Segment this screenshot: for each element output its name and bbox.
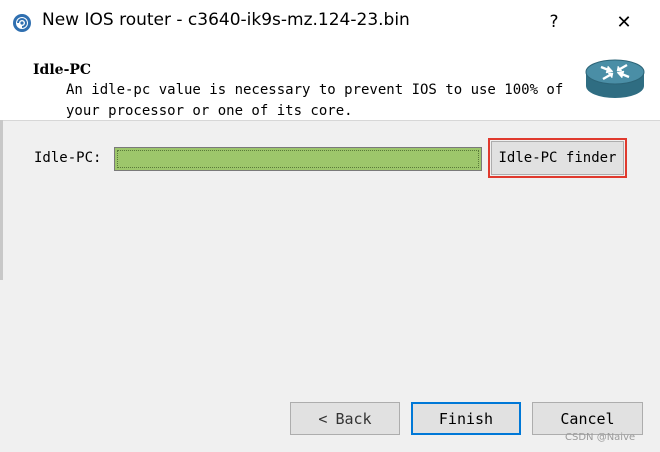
idle-pc-label: Idle-PC: — [34, 150, 102, 166]
close-icon: ✕ — [616, 11, 632, 33]
cancel-button[interactable]: Cancel — [532, 402, 643, 435]
page-title: Idle-PC — [33, 62, 92, 78]
finish-button[interactable]: Finish — [411, 402, 521, 435]
dialog-window: New IOS router - c3640-ik9s-mz.124-23.bi… — [0, 0, 660, 452]
window-title: New IOS router - c3640-ik9s-mz.124-23.bi… — [42, 10, 410, 30]
close-button[interactable]: ✕ — [607, 6, 641, 38]
watermark: CSDN @Naive — [565, 432, 636, 443]
router-icon — [585, 59, 645, 98]
idle-pc-finder-button[interactable]: Idle-PC finder — [491, 141, 624, 175]
back-button[interactable]: < Back — [290, 402, 400, 435]
back-button-label: Back — [335, 409, 372, 428]
idle-pc-input-value — [117, 150, 479, 168]
help-icon: ? — [549, 12, 559, 32]
wizard-header: Idle-PC An idle-pc value is necessary to… — [0, 44, 660, 121]
gns3-app-icon — [13, 14, 31, 32]
help-button[interactable]: ? — [537, 6, 571, 38]
left-edge-shadow — [0, 120, 3, 280]
idle-pc-input[interactable] — [114, 147, 482, 171]
page-description: An idle-pc value is necessary to prevent… — [66, 82, 564, 119]
chevron-left-icon: < — [318, 409, 328, 428]
title-bar: New IOS router - c3640-ik9s-mz.124-23.bi… — [0, 0, 660, 44]
